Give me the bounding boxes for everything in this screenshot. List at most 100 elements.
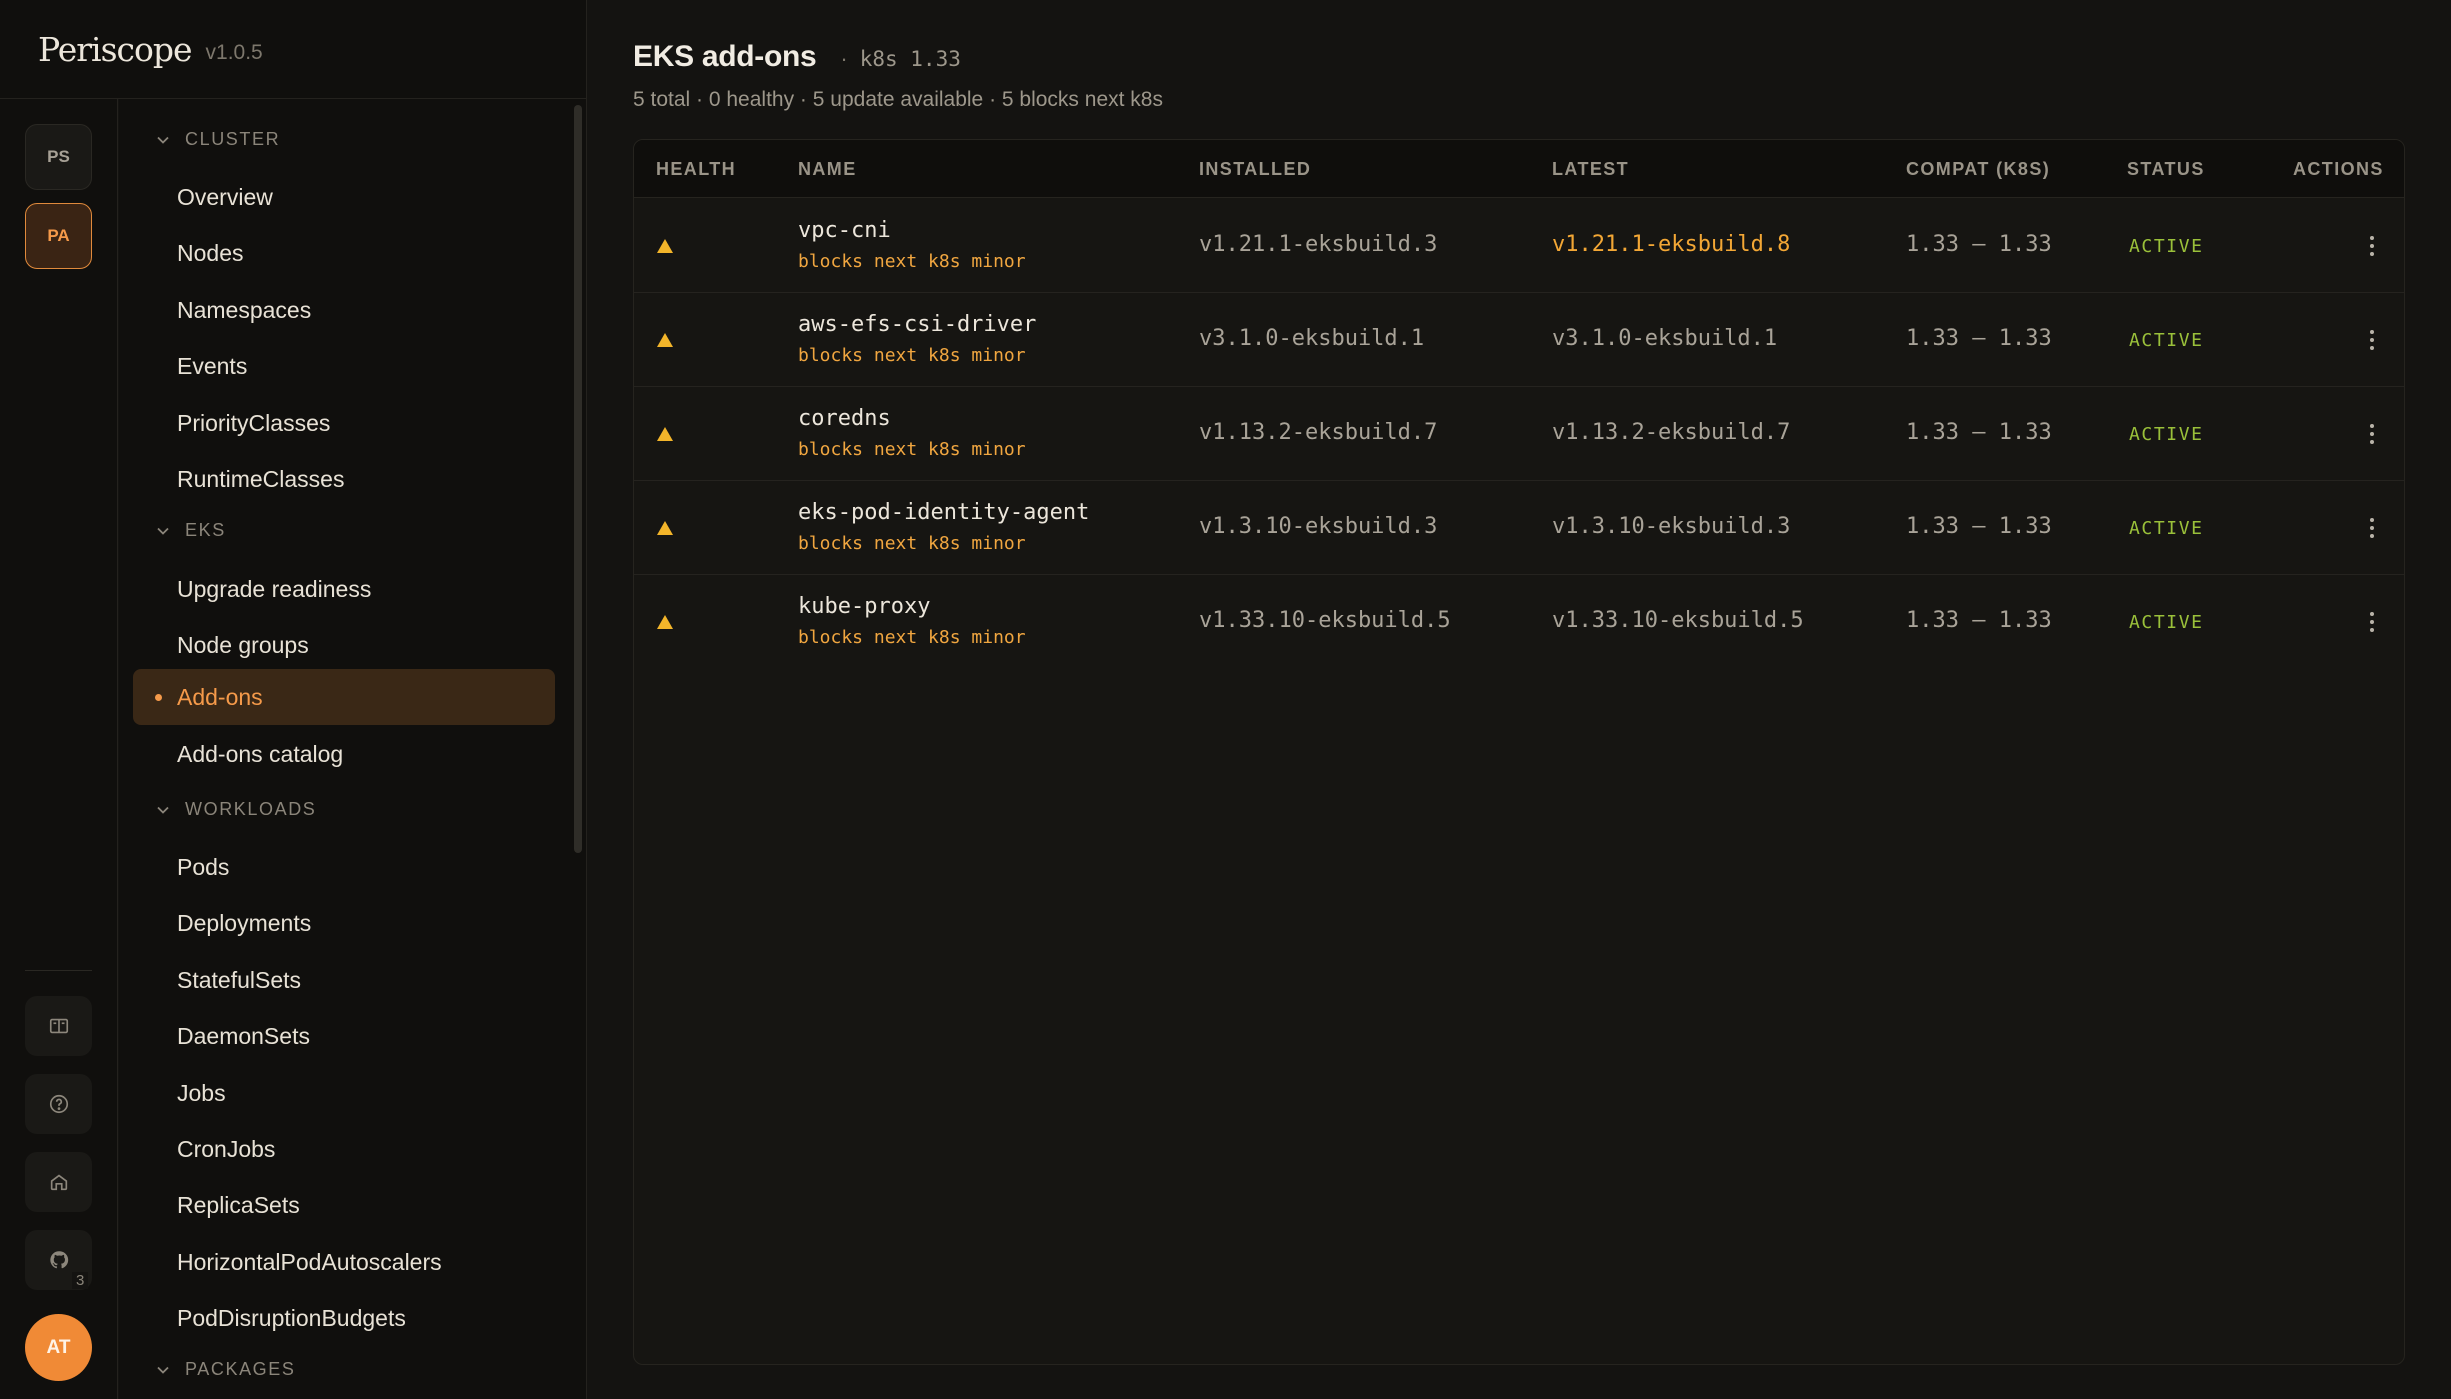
addon-blocker-note: blocks next k8s minor xyxy=(798,251,1026,272)
table-row[interactable]: eks-pod-identity-agent blocks next k8s m… xyxy=(634,481,2404,575)
addon-summary: 5 total · 0 healthy · 5 update available… xyxy=(633,88,1163,111)
app-logo-name[interactable]: Periscope xyxy=(38,30,193,69)
table-row[interactable]: coredns blocks next k8s minor v1.13.2-ek… xyxy=(634,387,2404,481)
help-button[interactable] xyxy=(25,1074,92,1134)
sidebar-nav: CLUSTER Overview Nodes Namespaces Events… xyxy=(119,99,587,1399)
table-header: HEALTH NAME INSTALLED LATEST COMPAT (K8S… xyxy=(634,140,2404,198)
sidebar-item-overview[interactable]: Overview xyxy=(133,169,555,225)
addon-name[interactable]: aws-efs-csi-driver xyxy=(798,312,1036,337)
addon-name[interactable]: eks-pod-identity-agent xyxy=(798,500,1089,525)
sidebar-item-nodes[interactable]: Nodes xyxy=(133,225,555,281)
section-title: PACKAGES xyxy=(185,1359,296,1379)
latest-version: v1.21.1-eksbuild.8 xyxy=(1552,232,1791,257)
app-root: Periscope v1.0.5 PS PA 3 AT CLUSTER Over… xyxy=(0,0,2451,1399)
sidebar-item-upgrade-readiness[interactable]: Upgrade readiness xyxy=(133,561,555,617)
installed-version: v1.33.10-eksbuild.5 xyxy=(1199,608,1451,633)
sidebar-item-replicasets[interactable]: ReplicaSets xyxy=(133,1177,555,1233)
latest-version: v1.3.10-eksbuild.3 xyxy=(1552,514,1791,539)
sidebar-item-priorityclasses[interactable]: PriorityClasses xyxy=(133,395,555,451)
chevron-down-icon xyxy=(157,1366,169,1374)
sidebar-item-add-ons[interactable]: Add-ons xyxy=(133,669,555,725)
row-actions-menu-icon[interactable] xyxy=(2366,326,2378,354)
sidebar-item-jobs[interactable]: Jobs xyxy=(133,1065,555,1121)
sidebar-item-runtimeclasses[interactable]: RuntimeClasses xyxy=(133,451,555,507)
sidebar-item-deployments[interactable]: Deployments xyxy=(133,895,555,951)
section-workloads[interactable]: WORKLOADS xyxy=(155,799,316,820)
compat-range: 1.33 – 1.33 xyxy=(1906,608,2052,633)
app-version: v1.0.5 xyxy=(205,41,263,64)
k8s-version-label: k8s 1.33 xyxy=(859,47,961,71)
sidebar-item-node-groups[interactable]: Node groups xyxy=(133,617,555,673)
status-badge: ACTIVE xyxy=(2129,330,2204,351)
installed-version: v1.13.2-eksbuild.7 xyxy=(1199,420,1438,445)
user-avatar[interactable]: AT xyxy=(25,1314,92,1381)
section-title: EKS xyxy=(185,520,226,540)
column-header-compat[interactable]: COMPAT (K8S) xyxy=(1906,159,2050,180)
sidebar-item-events[interactable]: Events xyxy=(133,338,555,394)
status-badge: ACTIVE xyxy=(2129,236,2204,257)
warning-triangle-icon xyxy=(657,333,673,347)
addon-blocker-note: blocks next k8s minor xyxy=(798,533,1026,554)
warning-triangle-icon xyxy=(657,239,673,253)
installed-version: v1.21.1-eksbuild.3 xyxy=(1199,232,1438,257)
row-actions-menu-icon[interactable] xyxy=(2366,420,2378,448)
sidebar-item-label: Add-ons xyxy=(177,683,263,710)
github-icon xyxy=(49,1251,68,1269)
home-button[interactable] xyxy=(25,1152,92,1212)
column-header-name[interactable]: NAME xyxy=(798,159,857,180)
compat-range: 1.33 – 1.33 xyxy=(1906,326,2052,351)
sidebar-item-namespaces[interactable]: Namespaces xyxy=(133,282,555,338)
addon-name[interactable]: coredns xyxy=(798,406,891,431)
installed-version: v3.1.0-eksbuild.1 xyxy=(1199,326,1425,351)
addon-blocker-note: blocks next k8s minor xyxy=(798,627,1026,648)
home-icon xyxy=(50,1174,67,1191)
row-actions-menu-icon[interactable] xyxy=(2366,608,2378,636)
column-header-health[interactable]: HEALTH xyxy=(656,159,736,180)
sidebar-scrollbar[interactable] xyxy=(574,105,582,853)
table-row[interactable]: kube-proxy blocks next k8s minor v1.33.1… xyxy=(634,575,2404,669)
workspace-button-pa[interactable]: PA xyxy=(25,203,92,269)
column-header-latest[interactable]: LATEST xyxy=(1552,159,1629,180)
section-title: WORKLOADS xyxy=(185,799,317,819)
addon-name[interactable]: vpc-cni xyxy=(798,218,891,243)
workspace-button-ps[interactable]: PS xyxy=(25,124,92,190)
chevron-down-icon xyxy=(157,527,169,535)
warning-triangle-icon xyxy=(657,521,673,535)
active-indicator-dot xyxy=(155,694,162,701)
sidebar-item-statefulsets[interactable]: StatefulSets xyxy=(133,952,555,1008)
column-header-actions: ACTIONS xyxy=(2293,159,2384,179)
installed-version: v1.3.10-eksbuild.3 xyxy=(1199,514,1438,539)
page-header: EKS add-ons · k8s 1.33 xyxy=(633,40,961,74)
table-row[interactable]: vpc-cni blocks next k8s minor v1.21.1-ek… xyxy=(634,199,2404,293)
section-packages[interactable]: PACKAGES xyxy=(155,1359,296,1380)
compat-range: 1.33 – 1.33 xyxy=(1906,232,2052,257)
page-title: EKS add-ons xyxy=(633,40,817,73)
addon-blocker-note: blocks next k8s minor xyxy=(798,345,1026,366)
column-header-installed[interactable]: INSTALLED xyxy=(1199,159,1311,180)
sidebar-item-horizontalpodautoscalers[interactable]: HorizontalPodAutoscalers xyxy=(133,1234,555,1290)
column-header-status[interactable]: STATUS xyxy=(2127,159,2205,180)
sidebar-item-pods[interactable]: Pods xyxy=(133,839,555,895)
compat-range: 1.33 – 1.33 xyxy=(1906,420,2052,445)
help-circle-icon xyxy=(49,1094,68,1114)
section-cluster[interactable]: CLUSTER xyxy=(155,129,280,150)
row-actions-menu-icon[interactable] xyxy=(2366,514,2378,542)
status-badge: ACTIVE xyxy=(2129,518,2204,539)
table-row[interactable]: aws-efs-csi-driver blocks next k8s minor… xyxy=(634,293,2404,387)
latest-version: v1.33.10-eksbuild.5 xyxy=(1552,608,1804,633)
addon-name[interactable]: kube-proxy xyxy=(798,594,930,619)
sidebar-item-daemonsets[interactable]: DaemonSets xyxy=(133,1008,555,1064)
row-actions-menu-icon[interactable] xyxy=(2366,232,2378,260)
sidebar-item-poddisruptionbudgets[interactable]: PodDisruptionBudgets xyxy=(133,1290,555,1346)
sidebar-item-cronjobs[interactable]: CronJobs xyxy=(133,1121,555,1177)
addons-table: HEALTH NAME INSTALLED LATEST COMPAT (K8S… xyxy=(633,139,2405,1365)
sidebar-item-add-ons-catalog[interactable]: Add-ons catalog xyxy=(133,726,555,782)
workspace-rail: PS PA 3 AT xyxy=(0,99,118,1399)
addon-blocker-note: blocks next k8s minor xyxy=(798,439,1026,460)
rail-divider xyxy=(25,970,92,971)
chevron-down-icon xyxy=(157,806,169,814)
section-eks[interactable]: EKS xyxy=(155,520,226,541)
brand-header: Periscope v1.0.5 xyxy=(0,0,587,99)
docs-button[interactable] xyxy=(25,996,92,1056)
main-content: EKS add-ons · k8s 1.33 5 total · 0 healt… xyxy=(588,0,2451,1399)
